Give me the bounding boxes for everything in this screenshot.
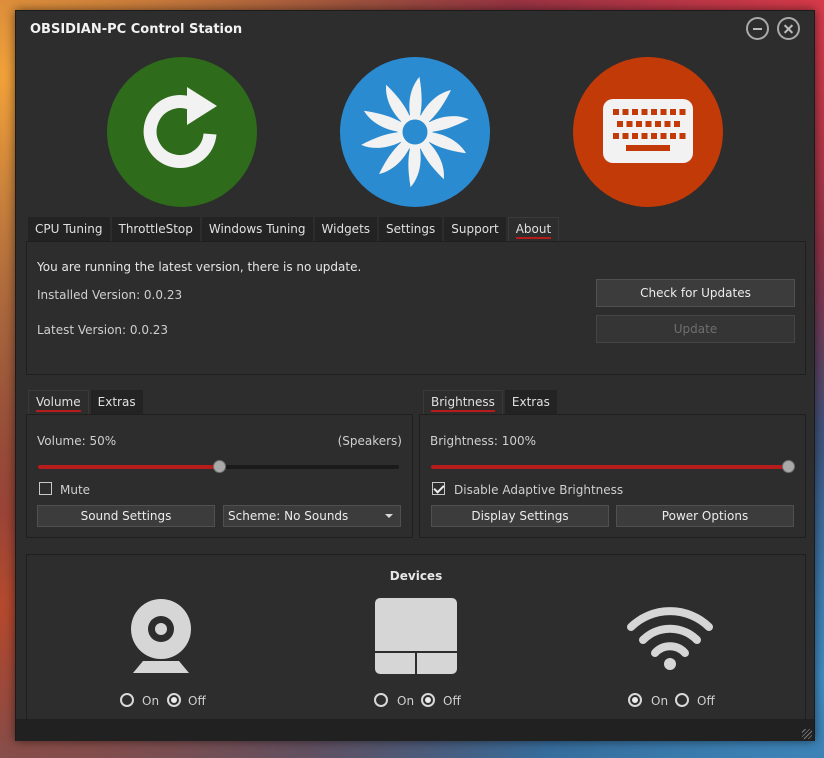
brightness-panel: Brightness: 100% Disable Adaptive Bright… <box>419 414 806 538</box>
keyboard-key <box>670 133 676 139</box>
volume-device: (Speakers) <box>337 434 402 448</box>
keyboard-key <box>641 133 648 139</box>
sound-settings-button[interactable]: Sound Settings <box>37 505 215 527</box>
brightness-slider-handle[interactable] <box>782 460 795 473</box>
webcam-on-label: On <box>142 694 160 708</box>
tab-cpu-tuning[interactable]: CPU Tuning <box>28 217 110 241</box>
tab-volume-extras[interactable]: Extras <box>90 390 143 414</box>
update-button[interactable]: Update <box>596 315 795 343</box>
mute-checkbox[interactable] <box>39 482 52 495</box>
mute-label: Mute <box>60 483 91 497</box>
tab-volume[interactable]: Volume <box>28 390 89 414</box>
refresh-icon <box>143 87 217 169</box>
tab-windows-tuning[interactable]: Windows Tuning <box>201 217 313 241</box>
tab-brightness-extras[interactable]: Extras <box>504 390 557 414</box>
status-bar <box>16 719 814 741</box>
sound-scheme-select[interactable]: Scheme: No Sounds <box>223 505 401 527</box>
wifi-on-label: On <box>651 694 669 708</box>
tab-brightness[interactable]: Brightness <box>423 390 503 414</box>
keyboard-key <box>617 121 623 127</box>
keyboard-key <box>674 121 680 127</box>
installed-version: Installed Version: 0.0.23 <box>37 288 183 302</box>
update-status: You are running the latest version, ther… <box>37 260 362 274</box>
volume-slider[interactable] <box>38 460 399 473</box>
wifi-off-radio[interactable] <box>675 693 689 707</box>
webcam-off-label: Off <box>188 694 206 708</box>
devices-title: Devices <box>389 569 443 583</box>
touchpad-on-label: On <box>397 694 415 708</box>
keyboard-key <box>670 109 676 115</box>
close-button[interactable] <box>777 17 800 40</box>
refresh-button[interactable] <box>107 57 257 207</box>
about-panel: You are running the latest version, ther… <box>26 241 806 375</box>
tab-support[interactable]: Support <box>444 217 506 241</box>
keyboard-key <box>645 121 652 127</box>
touchpad-off-radio[interactable] <box>421 693 435 707</box>
chevron-down-icon <box>385 514 393 518</box>
tab-throttlestop[interactable]: ThrottleStop <box>111 217 200 241</box>
devices-panel: Devices On Off On Off On Off <box>26 554 806 719</box>
window-title: OBSIDIAN-PC Control Station <box>30 22 243 37</box>
keyboard-key <box>651 133 657 139</box>
display-settings-button[interactable]: Display Settings <box>431 505 609 527</box>
keyboard-key <box>679 109 686 115</box>
brightness-tabs: Brightness Extras <box>423 390 557 414</box>
keyboard-key <box>679 133 686 139</box>
wifi-on-radio[interactable] <box>628 693 642 707</box>
keyboard-key <box>622 109 629 115</box>
webcam-on-radio[interactable] <box>120 693 134 707</box>
keyboard-key <box>613 109 619 115</box>
wifi-off-label: Off <box>697 694 715 708</box>
volume-label: Volume: 50% <box>37 434 117 448</box>
check-updates-button[interactable]: Check for Updates <box>596 279 795 307</box>
latest-version: Latest Version: 0.0.23 <box>37 323 169 337</box>
volume-slider-handle[interactable] <box>212 460 226 473</box>
minimize-button[interactable] <box>746 17 769 40</box>
minimize-icon <box>753 28 762 30</box>
keyboard-key <box>622 133 629 139</box>
brightness-slider-fill <box>431 465 788 469</box>
main-tabs: CPU Tuning ThrottleStop Windows Tuning W… <box>28 217 560 241</box>
webcam-off-radio[interactable] <box>167 693 181 707</box>
keyboard-icon <box>603 99 693 163</box>
touchpad-off-label: Off <box>443 694 461 708</box>
touchpad-icon <box>375 598 457 675</box>
tab-settings[interactable]: Settings <box>379 217 443 241</box>
keyboard-key <box>632 133 638 139</box>
brightness-label: Brightness: 100% <box>430 434 537 448</box>
keyboard-key <box>655 121 661 127</box>
touchpad-on-radio[interactable] <box>374 693 388 707</box>
fan-icon <box>361 76 469 188</box>
keyboard-key <box>660 133 667 139</box>
keyboard-key <box>613 133 619 139</box>
wifi-icon <box>627 607 713 670</box>
tab-widgets[interactable]: Widgets <box>314 217 378 241</box>
tab-about[interactable]: About <box>507 217 560 241</box>
resize-grip-icon[interactable] <box>802 729 812 739</box>
keyboard-key <box>651 109 657 115</box>
keyboard-key <box>626 145 670 151</box>
keyboard-button[interactable] <box>573 57 723 207</box>
app-window: OBSIDIAN-PC Control Station CPU Tuning T… <box>15 10 815 741</box>
volume-slider-fill <box>38 465 219 469</box>
fan-button[interactable] <box>340 57 490 207</box>
adaptive-brightness-label: Disable Adaptive Brightness <box>454 483 624 497</box>
power-options-button[interactable]: Power Options <box>616 505 794 527</box>
keyboard-key <box>632 109 638 115</box>
volume-panel: Volume: 50% (Speakers) Mute Sound Settin… <box>26 414 413 538</box>
brightness-slider[interactable] <box>431 460 795 473</box>
keyboard-key <box>641 109 648 115</box>
volume-tabs: Volume Extras <box>28 390 143 414</box>
webcam-icon <box>131 599 191 673</box>
keyboard-key <box>660 109 667 115</box>
keyboard-key <box>664 121 671 127</box>
keyboard-key <box>636 121 642 127</box>
adaptive-brightness-checkbox[interactable] <box>432 482 445 495</box>
keyboard-key <box>626 121 633 127</box>
